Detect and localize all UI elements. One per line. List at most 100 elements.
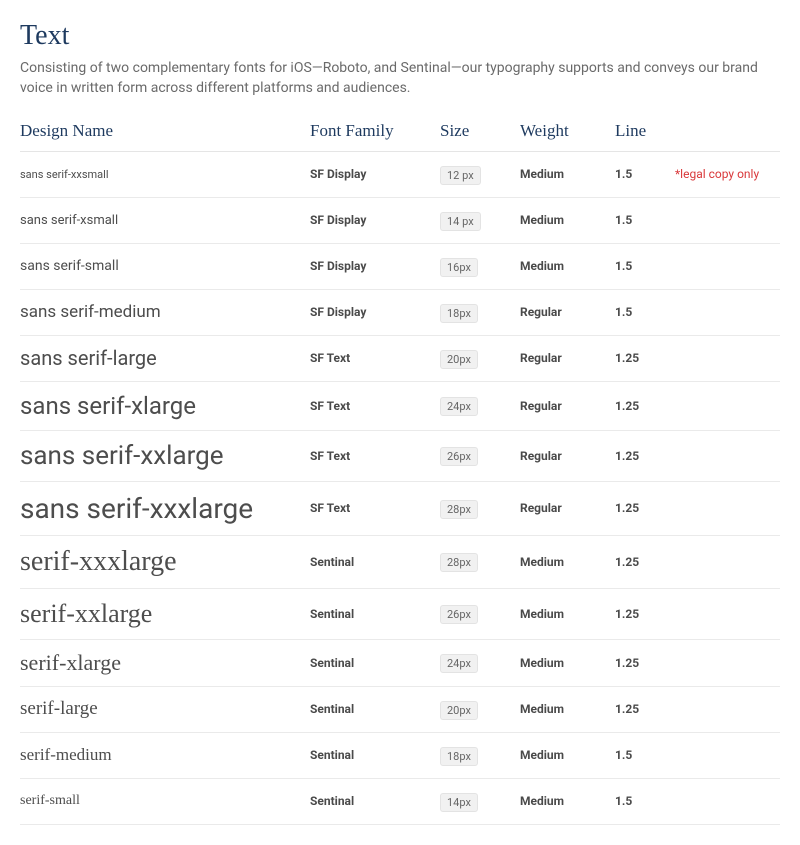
weight: Regular	[520, 501, 615, 515]
size-cell: 28px	[440, 551, 520, 572]
weight: Medium	[520, 167, 615, 181]
table-row: sans serif-xxxlargeSF Text28px Regular1.2…	[20, 482, 780, 536]
line-height: 1.5	[615, 794, 675, 808]
weight: Regular	[520, 399, 615, 413]
design-name: sans serif-small	[20, 258, 310, 274]
line-height: 1.25	[615, 702, 675, 716]
size-pill: 18px	[440, 747, 478, 766]
font-family: Sentinal	[310, 794, 440, 808]
weight: Medium	[520, 259, 615, 273]
typography-table: Design Name Font Family Size Weight Line…	[20, 121, 780, 825]
size-cell: 20px	[440, 699, 520, 720]
size-cell: 26px	[440, 445, 520, 466]
design-name: sans serif-xxlarge	[20, 441, 310, 471]
table-row: serif-xlargeSentinal24pxMedium1.25	[20, 640, 780, 687]
line-height: 1.5	[615, 748, 675, 762]
weight: Medium	[520, 555, 615, 569]
design-name: serif-small	[20, 793, 310, 809]
line-height: 1.5	[615, 167, 675, 181]
size-cell: 24px	[440, 395, 520, 416]
size-pill: 14 px	[440, 212, 481, 231]
font-family: SF Display	[310, 259, 440, 273]
header-design-name: Design Name	[20, 121, 310, 141]
size-pill: 18px	[440, 304, 478, 323]
table-row: sans serif-xxlargeSF Text26pxRegular1.25	[20, 431, 780, 482]
page-intro: Consisting of two complementary fonts fo…	[20, 58, 760, 99]
size-cell: 26px	[440, 603, 520, 624]
weight: Medium	[520, 607, 615, 621]
line-height: 1.5	[615, 305, 675, 319]
line-height: 1.25	[615, 501, 675, 515]
table-row: sans serif-xlargeSF Text24px Regular1.25	[20, 382, 780, 431]
font-family: SF Text	[310, 501, 440, 515]
font-family: SF Display	[310, 213, 440, 227]
weight: Medium	[520, 213, 615, 227]
header-font-family: Font Family	[310, 121, 440, 141]
font-family: Sentinal	[310, 555, 440, 569]
design-name: sans serif-xsmall	[20, 213, 310, 228]
size-pill: 28px	[440, 553, 478, 572]
line-height: 1.25	[615, 449, 675, 463]
design-name: serif-xlarge	[20, 650, 310, 676]
design-name: serif-xxlarge	[20, 599, 310, 629]
design-name: serif-medium	[20, 745, 310, 765]
font-family: Sentinal	[310, 607, 440, 621]
size-pill: 24px	[440, 654, 478, 673]
size-pill: 20px	[440, 701, 478, 720]
design-name: sans serif-xxsmall	[20, 168, 310, 181]
note: *legal copy only	[675, 167, 780, 181]
size-cell: 14 px	[440, 210, 520, 231]
table-row: sans serif-mediumSF Display18px Regular1.…	[20, 290, 780, 336]
size-pill: 28px	[440, 500, 478, 519]
design-name: serif-xxxlarge	[20, 546, 310, 578]
size-pill: 12 px	[440, 166, 481, 185]
size-cell: 28px	[440, 498, 520, 519]
font-family: SF Text	[310, 351, 440, 365]
table-row: sans serif-smallSF Display16px Medium1.5	[20, 244, 780, 290]
weight: Medium	[520, 656, 615, 670]
header-size: Size	[440, 121, 520, 141]
design-name: sans serif-xxxlarge	[20, 492, 310, 525]
size-cell: 18px	[440, 302, 520, 323]
header-line: Line	[615, 121, 675, 141]
font-family: SF Display	[310, 167, 440, 181]
line-height: 1.25	[615, 399, 675, 413]
line-height: 1.25	[615, 351, 675, 365]
table-row: sans serif-xxsmallSF Display12 px Medium1…	[20, 152, 780, 198]
size-pill: 26px	[440, 605, 478, 624]
table-row: serif-xxxlargeSentinal28px Medium1.25	[20, 536, 780, 589]
weight: Regular	[520, 449, 615, 463]
font-family: SF Display	[310, 305, 440, 319]
design-name: sans serif-xlarge	[20, 392, 310, 420]
design-name: sans serif-large	[20, 346, 310, 370]
weight: Medium	[520, 748, 615, 762]
design-name: sans serif-medium	[20, 302, 310, 322]
font-family: Sentinal	[310, 656, 440, 670]
font-family: Sentinal	[310, 748, 440, 762]
size-cell: 12 px	[440, 164, 520, 185]
size-pill: 16px	[440, 258, 478, 277]
size-pill: 14px	[440, 793, 478, 812]
line-height: 1.5	[615, 213, 675, 227]
weight: Medium	[520, 794, 615, 808]
table-row: serif-largeSentinal20px Medium1.25	[20, 687, 780, 733]
line-height: 1.25	[615, 555, 675, 569]
size-cell: 14px	[440, 791, 520, 812]
weight: Regular	[520, 351, 615, 365]
table-row: serif-xxlargeSentinal26px Medium1.25	[20, 589, 780, 640]
font-family: Sentinal	[310, 702, 440, 716]
size-cell: 16px	[440, 256, 520, 277]
design-name: serif-large	[20, 698, 310, 720]
size-cell: 24px	[440, 652, 520, 673]
size-pill: 20px	[440, 350, 478, 369]
font-family: SF Text	[310, 449, 440, 463]
weight: Regular	[520, 305, 615, 319]
weight: Medium	[520, 702, 615, 716]
table-row: serif-smallSentinal14px Medium1.5	[20, 779, 780, 825]
table-row: sans serif-xsmallSF Display14 px Medium1.…	[20, 198, 780, 244]
size-pill: 24px	[440, 397, 478, 416]
font-family: SF Text	[310, 399, 440, 413]
line-height: 1.25	[615, 607, 675, 621]
line-height: 1.5	[615, 259, 675, 273]
size-cell: 20px	[440, 348, 520, 369]
